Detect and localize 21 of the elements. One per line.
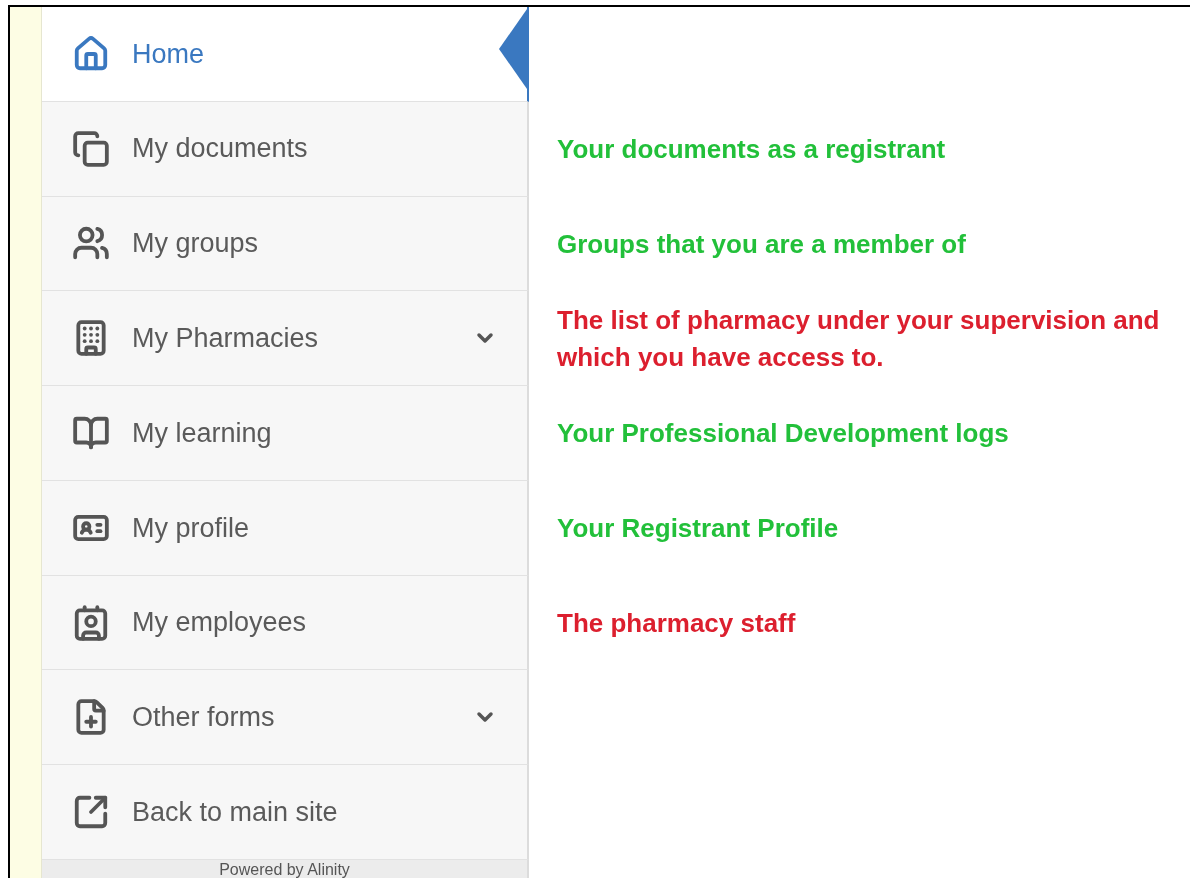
annotation-text: Groups that you are a member of [557, 227, 966, 261]
documents-icon [72, 129, 110, 168]
sidebar-item[interactable]: Home [42, 7, 529, 102]
sidebar-item[interactable]: My employees [42, 575, 529, 671]
sidebar-item[interactable]: My profile [42, 480, 529, 576]
sidebar-item[interactable]: My documents [42, 101, 529, 197]
footer-text: Powered by Alinity [219, 862, 350, 878]
annotation-text: Your documents as a registrant [557, 132, 946, 166]
sidebar-item[interactable]: My groups [42, 196, 529, 292]
pointer-icon [499, 9, 527, 89]
annotation-text: Your Professional Development logs [557, 417, 1009, 451]
sidebar-item[interactable]: Back to main site [42, 765, 529, 861]
sidebar-item[interactable]: Other forms [42, 670, 529, 766]
annotation-text: The list of pharmacy under your supervision and which you have access to. [557, 304, 1161, 374]
annotation-text: Your Registrant Profile [557, 512, 839, 546]
sidebar-item[interactable]: My learning [42, 386, 529, 481]
house-icon [72, 34, 110, 73]
sidebar-item[interactable]: My Pharmacies [42, 291, 529, 387]
contact-card-icon [72, 603, 110, 642]
annotation-text: The pharmacy staff [557, 606, 796, 640]
book-icon [72, 414, 110, 452]
